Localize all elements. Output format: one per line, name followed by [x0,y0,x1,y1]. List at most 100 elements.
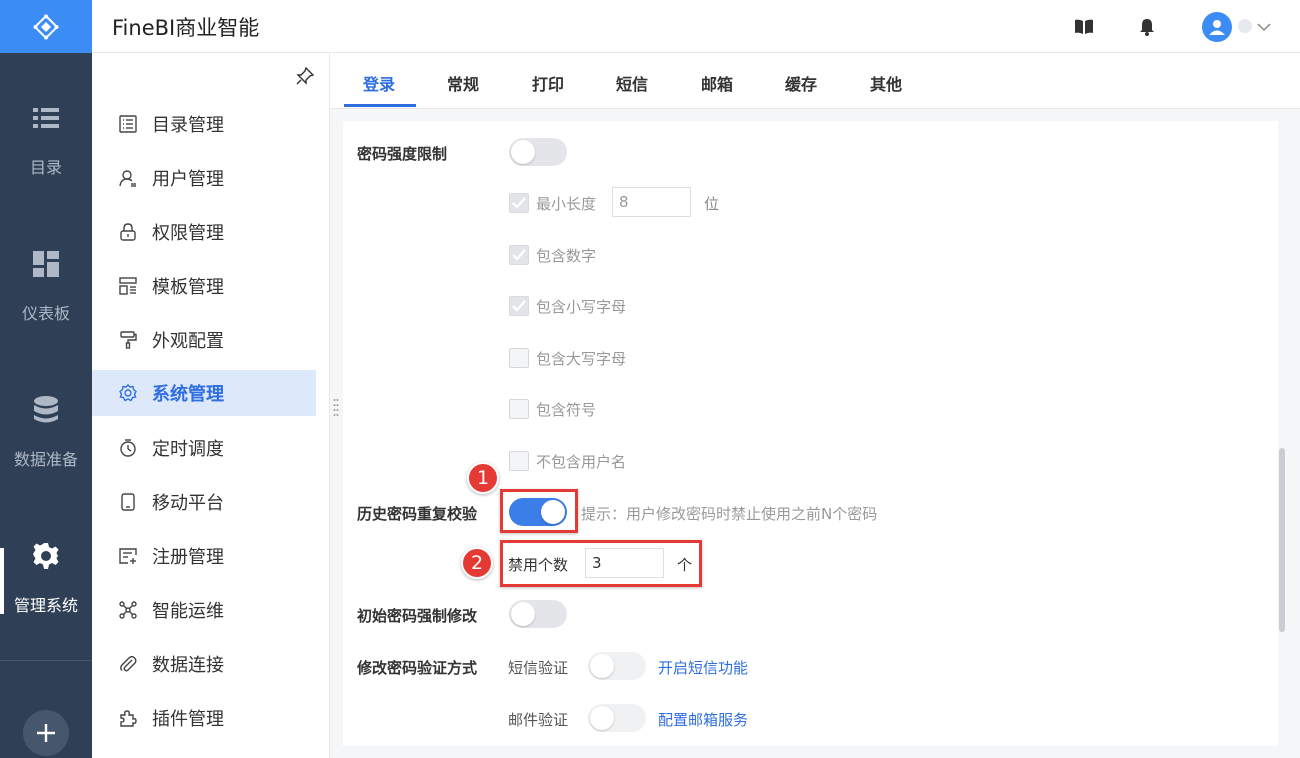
mobile-icon [118,492,138,512]
menu-item-label: 数据连接 [152,655,224,676]
min-length-label: 最小长度 [536,195,597,213]
database-icon [32,396,60,424]
bell-icon[interactable] [1137,17,1157,37]
rail-item-catalog[interactable]: 目录 [0,86,92,196]
app-title: FineBI商业智能 [112,16,260,40]
tab-print[interactable]: 打印 [532,71,564,95]
min-length-checkbox[interactable] [509,193,529,213]
menu-item-label: 模板管理 [152,277,224,298]
dashboard-icon [32,250,60,278]
paint-roller-icon [118,330,138,350]
user-icon [118,168,138,188]
menu-item-label: 定时调度 [152,439,224,460]
menu-item-label: 权限管理 [152,223,224,244]
gear-icon [118,383,138,403]
tab-other[interactable]: 其他 [870,71,902,95]
menu-item-plugins[interactable]: 插件管理 [92,695,316,741]
paperclip-icon [118,654,138,674]
menu-item-registration[interactable]: 注册管理 [92,533,316,579]
menu-item-templates[interactable]: 模板管理 [92,263,316,309]
menu-item-users[interactable]: 用户管理 [92,155,316,201]
logo[interactable] [0,0,92,53]
primary-rail: 目录 仪表板 数据准备 管理系统 [0,0,92,758]
network-icon [118,600,138,620]
config-email-link[interactable]: 配置邮箱服务 [658,709,748,730]
secondary-menu: 目录管理 用户管理 权限管理 模板管理 外观配置 系统管理 定时调度 移动平台 [92,53,330,758]
pin-icon[interactable] [296,67,314,85]
min-length-unit: 位 [704,195,720,213]
exclude-username-checkbox[interactable] [509,451,529,471]
template-icon [118,276,138,296]
menu-item-connections[interactable]: 数据连接 [92,641,316,687]
include-symbols-label: 包含符号 [536,401,597,419]
exclude-username-label: 不包含用户名 [536,453,627,471]
min-length-input[interactable]: 8 [612,187,691,217]
avatar[interactable] [1202,12,1232,42]
registration-icon [118,546,138,566]
timer-icon [118,438,138,458]
include-symbols-checkbox[interactable] [509,399,529,419]
menu-item-ops[interactable]: 智能运维 [92,587,316,633]
rail-item-label: 管理系统 [13,596,78,615]
enable-sms-link[interactable]: 开启短信功能 [658,657,748,678]
chevron-down-icon[interactable] [1256,19,1272,35]
settings-panel [343,121,1278,746]
include-digits-checkbox[interactable] [509,245,529,265]
add-button[interactable] [23,710,69,756]
menu-item-label: 系统管理 [152,384,224,405]
verify-method-label: 修改密码验证方式 [357,659,478,677]
tab-login[interactable]: 登录 [363,71,395,95]
sms-verify-label: 短信验证 [508,659,569,677]
top-header: FineBI商业智能 [92,0,1300,53]
password-strength-toggle[interactable] [509,138,567,166]
tab-email[interactable]: 邮箱 [701,71,733,95]
highlight-box-1 [500,489,578,533]
rail-item-label: 目录 [29,158,62,177]
rail-item-label: 数据准备 [13,450,78,469]
menu-item-label: 目录管理 [152,115,224,136]
menu-item-system[interactable]: 系统管理 [92,370,316,416]
history-check-hint: 提示：用户修改密码时禁止使用之前N个密码 [581,505,878,523]
help-book-icon[interactable] [1074,17,1094,37]
annotation-badge-1: 1 [467,462,499,494]
rail-item-management[interactable]: 管理系统 [0,524,92,634]
logo-icon [33,14,59,39]
email-verify-toggle[interactable] [588,704,646,732]
password-strength-label: 密码强度限制 [357,145,448,163]
user-name-blurred [1238,19,1252,33]
tab-general[interactable]: 常规 [447,71,479,95]
include-uppercase-checkbox[interactable] [509,348,529,368]
highlight-box-2 [500,540,702,587]
menu-item-label: 智能运维 [152,601,224,622]
menu-item-schedule[interactable]: 定时调度 [92,425,316,471]
lock-icon [118,222,138,242]
menu-item-label: 移动平台 [152,493,224,514]
gear-icon [32,542,60,570]
catalog-icon [118,114,138,134]
user-icon [1209,20,1225,35]
tab-sms[interactable]: 短信 [616,71,648,95]
app-window: 目录 仪表板 数据准备 管理系统 FineBI商业智能 目录管理 用户管理 权限… [0,0,1300,758]
force-change-label: 初始密码强制修改 [357,607,478,625]
vertical-scrollbar[interactable] [1279,448,1285,632]
plus-icon [37,724,55,742]
menu-item-catalog[interactable]: 目录管理 [92,101,316,147]
sms-verify-toggle[interactable] [588,652,646,680]
puzzle-icon [118,708,138,728]
menu-item-label: 用户管理 [152,169,224,190]
rail-item-data-prep[interactable]: 数据准备 [0,378,92,488]
menu-item-mobile[interactable]: 移动平台 [92,479,316,525]
tab-cache[interactable]: 缓存 [785,71,817,95]
list-icon [32,104,60,132]
rail-item-dashboard[interactable]: 仪表板 [0,232,92,342]
include-lowercase-checkbox[interactable] [509,296,529,316]
resize-handle-icon[interactable] [333,396,339,418]
menu-item-appearance[interactable]: 外观配置 [92,317,316,363]
force-change-toggle[interactable] [509,600,567,628]
menu-item-label: 插件管理 [152,709,224,730]
rail-item-label: 仪表板 [21,304,70,323]
include-lowercase-label: 包含小写字母 [536,298,627,316]
history-check-label: 历史密码重复校验 [357,505,478,523]
menu-item-permissions[interactable]: 权限管理 [92,209,316,255]
email-verify-label: 邮件验证 [508,711,569,729]
